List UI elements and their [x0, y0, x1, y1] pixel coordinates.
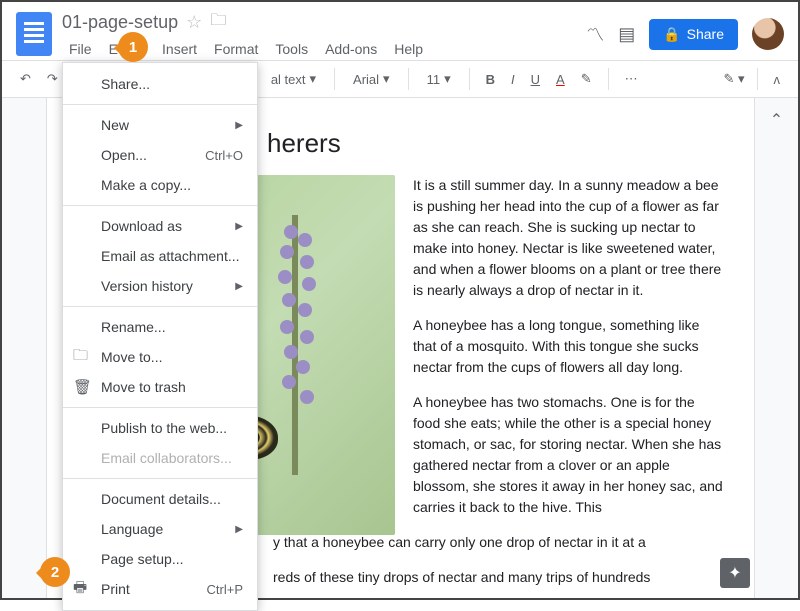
menu-file[interactable]: File — [62, 38, 99, 60]
highlight-button[interactable]: ✎ — [577, 67, 596, 91]
menu-publish[interactable]: Publish to the web... — [63, 413, 257, 443]
menu-email-attachment[interactable]: Email as attachment... — [63, 241, 257, 271]
more-toolbar-button[interactable]: ⋯ — [621, 67, 642, 91]
menu-document-details[interactable]: Document details... — [63, 484, 257, 514]
comments-icon[interactable]: ▤ — [618, 24, 635, 45]
menu-tools[interactable]: Tools — [268, 38, 315, 60]
folder-icon: 🗀 — [73, 345, 88, 370]
document-title[interactable]: 01-page-setup — [62, 12, 178, 33]
folder-icon[interactable]: 🗀 — [210, 9, 226, 36]
callout-2: 2 — [40, 557, 70, 587]
menu-new[interactable]: New▶ — [63, 110, 257, 140]
bold-button[interactable]: B — [482, 68, 499, 91]
submenu-arrow-icon: ▶ — [235, 281, 243, 292]
chevron-down-icon: ▾ — [444, 71, 451, 87]
italic-button[interactable]: I — [507, 68, 519, 91]
menu-insert[interactable]: Insert — [155, 38, 204, 60]
redo-button[interactable]: ↷ — [43, 67, 62, 91]
menu-language[interactable]: Language▶ — [63, 514, 257, 544]
font-dropdown[interactable]: Arial▾ — [347, 69, 396, 89]
right-sidebar: ⌃ — [754, 98, 798, 598]
submenu-arrow-icon: ▶ — [235, 221, 243, 232]
text-color-button[interactable]: A — [552, 68, 569, 91]
star-icon[interactable]: ☆ — [186, 12, 202, 33]
lock-icon: 🔒 — [663, 26, 680, 43]
editing-mode-dropdown[interactable]: ✎ ▾ — [723, 71, 744, 87]
underline-button[interactable]: U — [527, 68, 544, 91]
left-margin — [2, 98, 47, 598]
submenu-arrow-icon: ▶ — [235, 120, 243, 131]
chevron-down-icon: ▾ — [310, 71, 317, 87]
menu-format[interactable]: Format — [207, 38, 265, 60]
print-icon: 🖶 — [73, 577, 87, 602]
style-dropdown[interactable]: al text▾ — [265, 69, 322, 89]
chevron-down-icon: ▾ — [383, 71, 390, 87]
menu-email-collaborators: Email collaborators... — [63, 443, 257, 473]
menu-move-to[interactable]: 🗀Move to... — [63, 342, 257, 372]
trending-icon[interactable]: 〽 — [586, 21, 604, 47]
menu-help[interactable]: Help — [387, 38, 430, 60]
file-menu-dropdown: Share... New▶ Open...Ctrl+O Make a copy.… — [62, 62, 258, 611]
explore-button[interactable]: ✦ — [720, 558, 750, 588]
collapse-toolbar-button[interactable]: ʌ — [770, 68, 785, 91]
document-text[interactable]: It is a still summer day. In a sunny mea… — [413, 175, 724, 598]
callout-1: 1 — [118, 32, 148, 62]
document-heading: herers — [267, 128, 724, 159]
docs-logo-icon[interactable] — [16, 12, 52, 56]
menu-addons[interactable]: Add-ons — [318, 38, 384, 60]
menu-version-history[interactable]: Version history▶ — [63, 271, 257, 301]
menu-share[interactable]: Share... — [63, 69, 257, 99]
user-avatar[interactable] — [752, 18, 784, 50]
trash-icon: 🗑 — [73, 378, 92, 396]
scroll-up-button[interactable]: ⌃ — [770, 110, 783, 130]
menu-page-setup[interactable]: Page setup... — [63, 544, 257, 574]
menu-rename[interactable]: Rename... — [63, 312, 257, 342]
menu-make-copy[interactable]: Make a copy... — [63, 170, 257, 200]
submenu-arrow-icon: ▶ — [235, 524, 243, 535]
menu-open[interactable]: Open...Ctrl+O — [63, 140, 257, 170]
undo-button[interactable]: ↶ — [16, 67, 35, 91]
menu-move-to-trash[interactable]: 🗑Move to trash — [63, 372, 257, 402]
fontsize-dropdown[interactable]: 11▾ — [421, 69, 457, 89]
menu-download[interactable]: Download as▶ — [63, 211, 257, 241]
share-button[interactable]: 🔒 Share — [649, 19, 738, 50]
